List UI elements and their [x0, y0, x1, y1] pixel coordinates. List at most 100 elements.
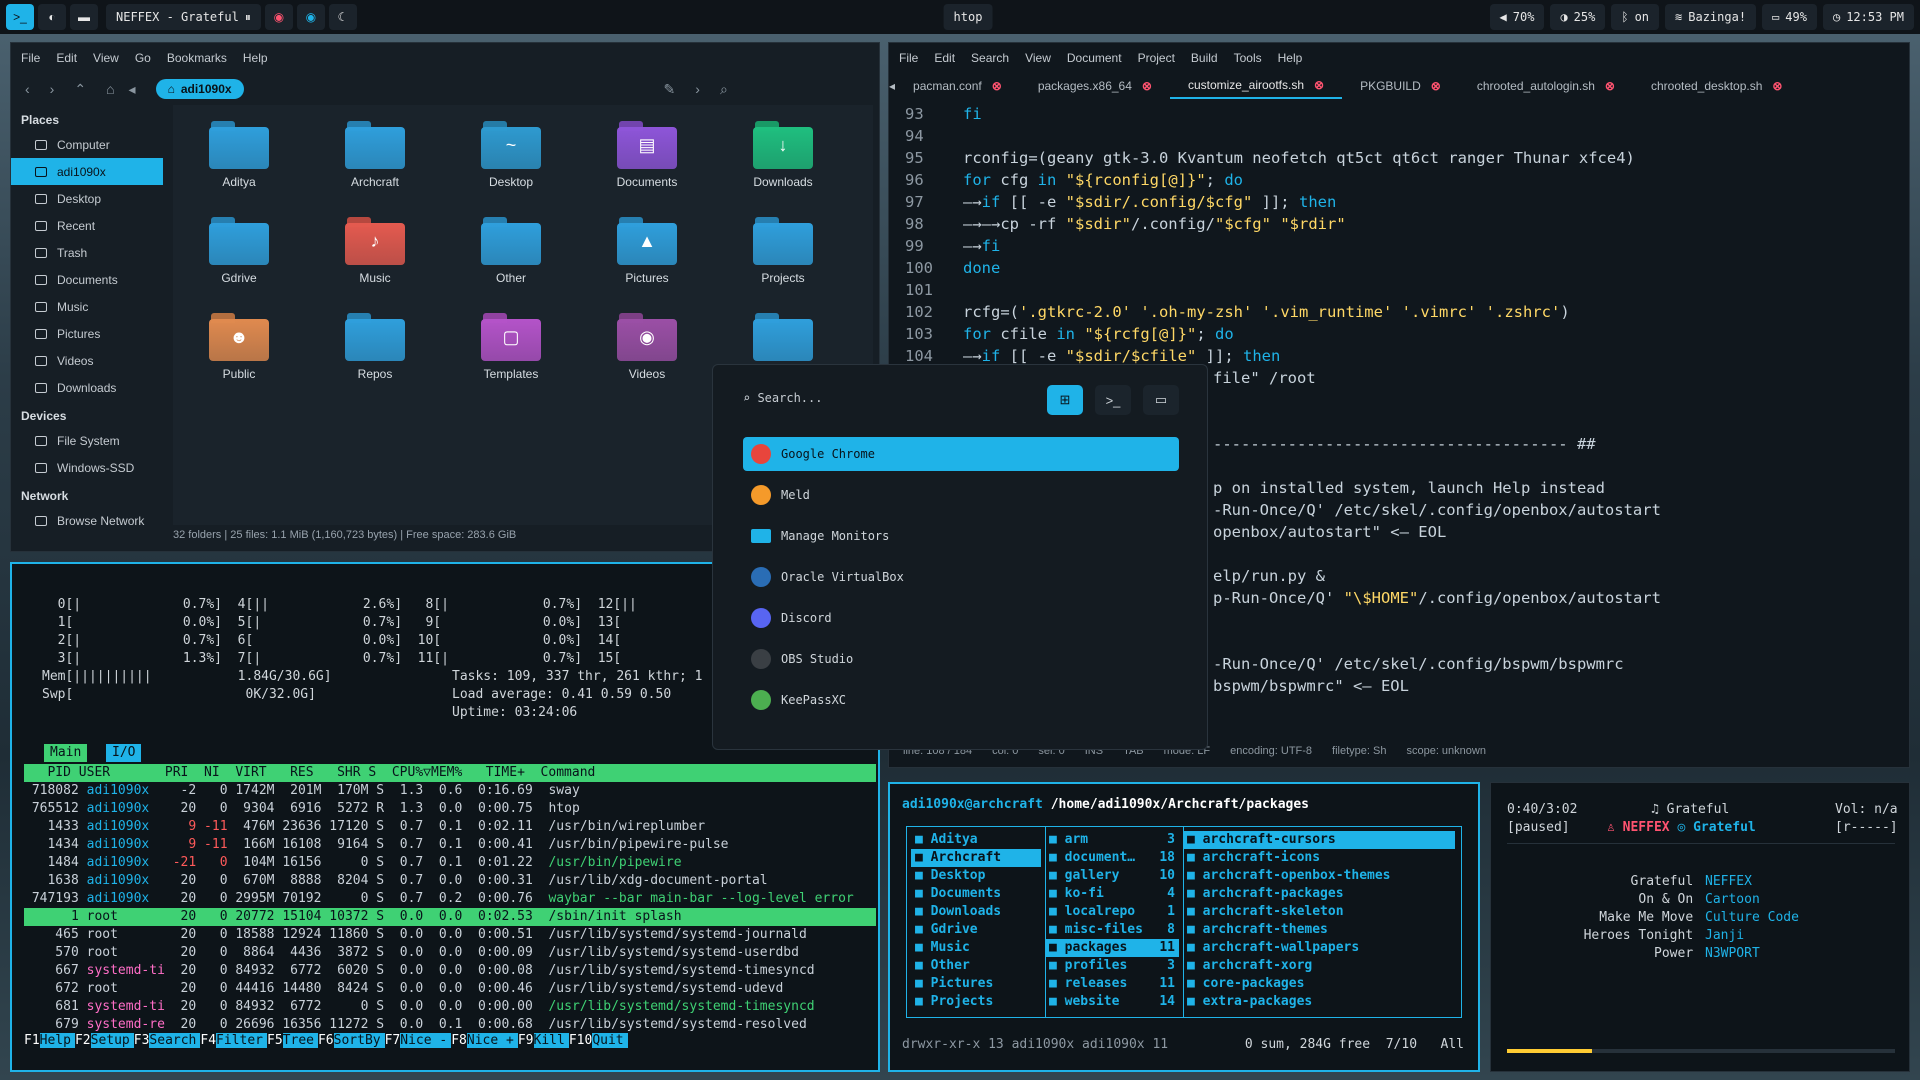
process-row[interactable]: 718082 adi1090x -2 0 1742M 201M 170M S 1… [24, 782, 876, 800]
fkey-label[interactable]: Search [149, 1033, 201, 1048]
files-mode-button[interactable]: ▭ [1143, 385, 1179, 415]
playlist-row[interactable]: On & On Cartoon [1491, 891, 1759, 909]
launcher-item-2[interactable]: Manage Monitors [743, 519, 1179, 553]
folder-item[interactable]: ▢ Templates [451, 311, 571, 381]
editor-menu-1[interactable]: Edit [934, 51, 955, 65]
now-playing[interactable]: NEFFEX - Grateful ⏸ [106, 4, 261, 30]
fkey-label[interactable]: Quit [592, 1033, 628, 1048]
fkey[interactable]: F6 [318, 1033, 334, 1048]
folder-item[interactable]: ↓ Downloads [723, 119, 843, 189]
ranger-entry[interactable]: ■ Pictures [911, 975, 1041, 993]
ranger-entry[interactable]: ■ Documents [911, 885, 1041, 903]
ranger-entry[interactable]: ■ archcraft-openbox-themes [1183, 867, 1455, 885]
sidebar-item-places-2[interactable]: Desktop [11, 185, 163, 212]
ranger-entry[interactable]: ■ gallery 10 [1045, 867, 1179, 885]
apps-mode-button[interactable]: ⊞ [1047, 385, 1083, 415]
editor-menu-5[interactable]: Project [1138, 51, 1175, 65]
sidebar-item-places-0[interactable]: Computer [11, 131, 163, 158]
process-row[interactable]: 1434 adi1090x 9 -11 166M 16108 9164 S 0.… [24, 836, 876, 854]
close-icon[interactable]: ⊗ [1314, 78, 1324, 92]
process-row[interactable]: 570 root 20 0 8864 4436 3872 S 0.0 0.0 0… [24, 944, 876, 962]
forward-icon[interactable]: › [50, 81, 55, 97]
sidebar-item-places-4[interactable]: Trash [11, 239, 163, 266]
ranger-entry[interactable]: ■ Aditya [911, 831, 1041, 849]
process-row[interactable]: 1638 adi1090x 20 0 670M 8888 8204 S 0.7 … [24, 872, 876, 890]
process-row[interactable]: 1433 adi1090x 9 -11 476M 23636 17120 S 0… [24, 818, 876, 836]
folder-item[interactable]: ▲ Pictures [587, 215, 707, 285]
fkey-label[interactable]: Filter [216, 1033, 268, 1048]
sidebar-item-devices-0[interactable]: File System [11, 427, 163, 454]
sidebar-item-places-1[interactable]: adi1090x [11, 158, 163, 185]
fkey[interactable]: F7 [385, 1033, 401, 1048]
playlist-row[interactable]: Power N3WPORT [1491, 945, 1760, 963]
ranger-entry[interactable]: ■ Gdrive [911, 921, 1041, 939]
close-icon[interactable]: ⊗ [992, 79, 1002, 93]
ranger-entry[interactable]: ■ archcraft-skeleton [1183, 903, 1455, 921]
bluetooth-indicator[interactable]: ᛒ on [1611, 4, 1660, 30]
sidebar-item-places-9[interactable]: Downloads [11, 374, 163, 401]
close-icon[interactable]: ⊗ [1431, 79, 1441, 93]
moon-icon[interactable]: ☾ [328, 4, 357, 30]
ranger-entry[interactable]: ■ Other [911, 957, 1041, 975]
ranger-entry[interactable]: ■ archcraft-cursors [1183, 831, 1455, 849]
fkey[interactable]: F9 [518, 1033, 534, 1048]
close-icon[interactable]: ⊗ [1605, 79, 1615, 93]
htop-tab-main[interactable]: Main [44, 744, 88, 762]
edit-path-icon[interactable]: ✎ [664, 81, 676, 98]
editor-menu-3[interactable]: View [1025, 51, 1051, 65]
ranger-entry[interactable]: ■ website 14 [1045, 993, 1179, 1011]
editor-tab-1[interactable]: packages.x86_64 ⊗ [1020, 73, 1170, 99]
fkey-label[interactable]: Nice - [400, 1033, 452, 1048]
folder-item[interactable]: Repos [315, 311, 435, 381]
launcher-item-4[interactable]: Discord [743, 601, 1179, 635]
process-row[interactable]: 1 root 20 0 20772 15104 10372 S 0.0 0.0 … [24, 908, 876, 926]
close-icon[interactable]: ⊗ [1772, 79, 1782, 93]
volume-indicator[interactable]: ◀ 70% [1489, 4, 1545, 30]
launcher-search[interactable]: ⌕ Search... [743, 391, 822, 405]
brightness-indicator[interactable]: ◑ 25% [1550, 4, 1606, 30]
editor-menu-8[interactable]: Help [1278, 51, 1303, 65]
editor-menu-7[interactable]: Tools [1234, 51, 1262, 65]
launcher-item-0[interactable]: Google Chrome [743, 437, 1179, 471]
fm-menu-2[interactable]: View [93, 51, 119, 65]
ranger-entry[interactable]: ■ core-packages [1183, 975, 1455, 993]
ranger-entry[interactable]: ■ Music [911, 939, 1041, 957]
folder-item[interactable]: Other [451, 215, 571, 285]
ranger-entry[interactable]: ■ archcraft-packages [1183, 885, 1455, 903]
fkey-label[interactable]: Tree [282, 1033, 318, 1048]
editor-menu-0[interactable]: File [899, 51, 918, 65]
folder-item[interactable]: ◉ Videos [587, 311, 707, 381]
fm-menu-0[interactable]: File [21, 51, 40, 65]
ranger-entry[interactable]: ■ archcraft-icons [1183, 849, 1455, 867]
ranger-entry[interactable]: ■ Archcraft [911, 849, 1041, 867]
sidebar-item-places-7[interactable]: Pictures [11, 320, 163, 347]
process-row[interactable]: 681 systemd-ti 20 0 84932 6772 0 S 0.0 0… [24, 998, 876, 1016]
ranger-entry[interactable]: ■ localrepo 1 [1045, 903, 1179, 921]
folder-item[interactable]: ♪ Music [315, 215, 435, 285]
playlist-row[interactable]: Heroes Tonight Janji [1491, 927, 1745, 945]
playlist-row[interactable]: Grateful NEFFEX [1491, 873, 1752, 891]
folder-item[interactable]: ~ Desktop [451, 119, 571, 189]
theme-icon[interactable]: ◐ [38, 4, 66, 30]
sidebar-item-network-0[interactable]: Browse Network [11, 507, 163, 534]
ranger-entry[interactable]: ■ archcraft-wallpapers [1183, 939, 1455, 957]
ranger-entry[interactable]: ■ archcraft-xorg [1183, 957, 1455, 975]
ranger-entry[interactable]: ■ Projects [911, 993, 1041, 1011]
fkey[interactable]: F8 [451, 1033, 467, 1048]
ranger-entry[interactable]: ■ arm 3 [1045, 831, 1179, 849]
process-row[interactable]: 672 root 20 0 44416 14480 8424 S 0.0 0.0… [24, 980, 876, 998]
back-icon[interactable]: ‹ [25, 81, 30, 97]
sidebar-item-places-5[interactable]: Documents [11, 266, 163, 293]
fkey[interactable]: F10 [569, 1033, 592, 1048]
ranger-entry[interactable]: ■ Desktop [911, 867, 1041, 885]
process-row[interactable]: 747193 adi1090x 20 0 2995M 70192 0 S 0.7… [24, 890, 876, 908]
editor-tab-0[interactable]: pacman.conf ⊗ [895, 73, 1020, 99]
fkey[interactable]: F3 [134, 1033, 150, 1048]
eye-off-icon[interactable]: ◉ [264, 4, 293, 30]
process-row[interactable]: 667 systemd-ti 20 0 84932 6772 6020 S 0.… [24, 962, 876, 980]
editor-tab-3[interactable]: PKGBUILD ⊗ [1342, 73, 1459, 99]
launcher-item-6[interactable]: KeePassXC [743, 683, 1179, 717]
sidebar-item-places-6[interactable]: Music [11, 293, 163, 320]
fkey[interactable]: F2 [75, 1033, 91, 1048]
folder-item[interactable]: Projects [723, 215, 843, 285]
